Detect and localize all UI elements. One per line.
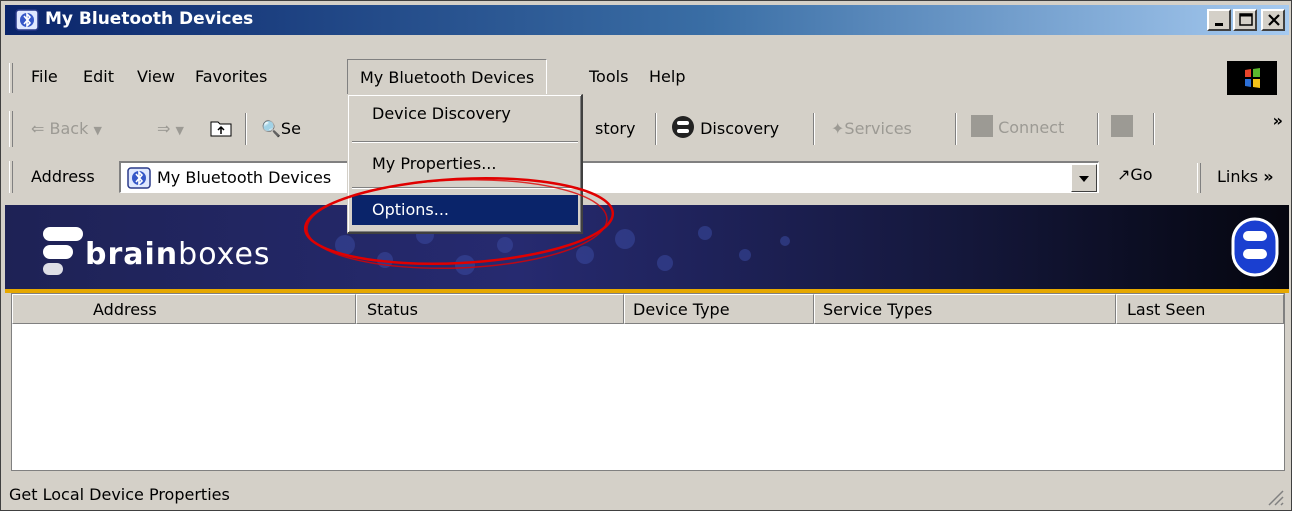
forward-arrow-icon: ⇒ bbox=[157, 119, 171, 138]
go-label: Go bbox=[1130, 165, 1153, 184]
dropdown-arrow-icon: ▼ bbox=[93, 124, 102, 137]
disconnect-icon bbox=[1111, 115, 1133, 137]
status-bar: Get Local Device Properties bbox=[5, 477, 1289, 509]
toolbar-separator bbox=[655, 113, 657, 145]
menu-favorites[interactable]: Favorites bbox=[195, 67, 267, 86]
status-text: Get Local Device Properties bbox=[9, 485, 230, 504]
toolbar-separator bbox=[245, 113, 247, 145]
services-button[interactable]: ✦Services bbox=[831, 119, 912, 138]
links-overflow-chevron: » bbox=[1263, 167, 1274, 186]
maximize-icon bbox=[1239, 13, 1253, 26]
minimize-icon bbox=[1215, 23, 1223, 26]
brainboxes-icon bbox=[672, 116, 694, 138]
menu-separator bbox=[352, 141, 578, 143]
history-button[interactable]: story bbox=[595, 119, 635, 138]
bluetooth-folder-icon bbox=[15, 9, 39, 31]
disconnect-button[interactable] bbox=[1111, 115, 1133, 141]
close-button[interactable] bbox=[1261, 9, 1285, 31]
address-label: Address bbox=[31, 167, 95, 186]
go-arrow-icon: ↗ bbox=[1117, 165, 1131, 184]
menu-view[interactable]: View bbox=[137, 67, 175, 86]
menu-tools[interactable]: Tools bbox=[589, 67, 628, 86]
resize-grip-icon[interactable] bbox=[1265, 487, 1285, 507]
device-list[interactable]: Address Status Device Type Service Types… bbox=[11, 293, 1285, 471]
toolbar-overflow-chevron[interactable]: » bbox=[1273, 111, 1283, 130]
menu-separator bbox=[352, 187, 578, 189]
links-grip[interactable] bbox=[1197, 163, 1201, 193]
list-header: Address Status Device Type Service Types… bbox=[12, 294, 1284, 324]
column-status[interactable]: Status bbox=[356, 294, 624, 324]
toolbar-separator bbox=[1097, 113, 1099, 145]
menu-edit[interactable]: Edit bbox=[83, 67, 114, 86]
brainboxes-banner: brainboxes bbox=[5, 205, 1289, 289]
menu-item-device-discovery[interactable]: Device Discovery bbox=[352, 99, 578, 129]
connect-icon bbox=[971, 115, 993, 137]
address-dropdown-button[interactable] bbox=[1071, 164, 1097, 192]
windows-logo-icon bbox=[1227, 61, 1277, 95]
column-device-type[interactable]: Device Type bbox=[624, 294, 814, 324]
address-value: My Bluetooth Devices bbox=[157, 168, 332, 187]
services-icon: ✦ bbox=[831, 119, 845, 138]
back-arrow-icon: ⇐ bbox=[31, 119, 45, 138]
search-button[interactable]: 🔍Se bbox=[261, 119, 301, 138]
column-last-seen[interactable]: Last Seen bbox=[1116, 294, 1284, 324]
window-title: My Bluetooth Devices bbox=[45, 9, 254, 29]
menu-item-my-properties[interactable]: My Properties... bbox=[352, 149, 578, 179]
menubar-grip[interactable] bbox=[9, 63, 13, 93]
forward-button[interactable]: ⇒ ▼ bbox=[157, 119, 184, 138]
dropdown-arrow-icon: ▼ bbox=[175, 124, 184, 137]
up-folder-icon bbox=[210, 121, 232, 137]
address-grip[interactable] bbox=[9, 161, 13, 193]
maximize-button[interactable] bbox=[1233, 9, 1257, 31]
minimize-button[interactable] bbox=[1207, 9, 1231, 31]
brand-name: brainboxes bbox=[85, 237, 271, 272]
address-field[interactable]: My Bluetooth Devices bbox=[119, 161, 1099, 193]
toolbar-grip[interactable] bbox=[9, 111, 13, 147]
links-label: Links bbox=[1217, 167, 1259, 186]
up-folder-button[interactable] bbox=[209, 116, 235, 144]
brand-name-light: boxes bbox=[178, 237, 271, 272]
title-bar[interactable]: My Bluetooth Devices bbox=[5, 5, 1289, 35]
menu-help[interactable]: Help bbox=[649, 67, 685, 86]
back-label: Back bbox=[49, 119, 89, 138]
menu-my-bluetooth-devices[interactable]: My Bluetooth Devices bbox=[347, 59, 548, 95]
menu-bar: File Edit View Favorites My Bluetooth De… bbox=[5, 59, 1289, 95]
address-bar: Address My Bluetooth Devices ↗Go Links » bbox=[5, 157, 1289, 197]
brand-name-bold: brain bbox=[85, 237, 179, 272]
menu-item-options[interactable]: Options... bbox=[352, 195, 578, 225]
history-label: story bbox=[595, 119, 636, 138]
connect-label: Connect bbox=[998, 118, 1065, 137]
app-window: My Bluetooth Devices File Edit View Favo… bbox=[0, 0, 1292, 511]
back-button[interactable]: ⇐ Back ▼ bbox=[31, 119, 102, 138]
search-icon: 🔍 bbox=[261, 119, 281, 138]
standard-toolbar: ⇐ Back ▼ ⇒ ▼ 🔍Se story Discovery ✦Servic… bbox=[5, 107, 1289, 151]
toolbar-separator bbox=[955, 113, 957, 145]
chevron-down-icon bbox=[1079, 176, 1089, 182]
brainboxes-logo-icon bbox=[1231, 217, 1279, 277]
close-icon bbox=[1268, 14, 1280, 26]
links-button[interactable]: Links » bbox=[1217, 167, 1274, 186]
column-address[interactable]: Address bbox=[12, 294, 356, 324]
bluetooth-folder-icon bbox=[127, 167, 151, 189]
menu-file[interactable]: File bbox=[31, 67, 58, 86]
toolbar-separator bbox=[1153, 113, 1155, 145]
my-bluetooth-devices-menu: Device Discovery My Properties... Option… bbox=[347, 94, 583, 234]
discovery-label: Discovery bbox=[700, 119, 780, 138]
discovery-button[interactable]: Discovery bbox=[671, 115, 779, 139]
column-service-types[interactable]: Service Types bbox=[814, 294, 1116, 324]
toolbar-separator bbox=[813, 113, 815, 145]
go-button[interactable]: ↗Go bbox=[1117, 165, 1153, 184]
services-label: Services bbox=[844, 119, 912, 138]
connect-button[interactable]: Connect bbox=[971, 115, 1064, 137]
search-label: Se bbox=[280, 119, 301, 138]
